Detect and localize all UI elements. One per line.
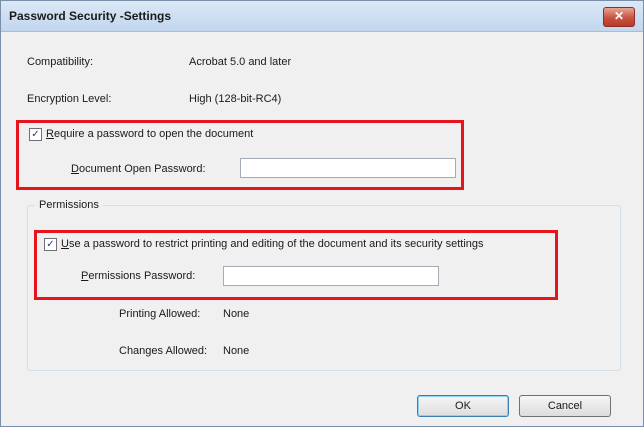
changes-allowed-label: Changes Allowed: <box>119 345 208 357</box>
permissions-password-field[interactable] <box>223 266 439 286</box>
ok-button[interactable]: OK <box>417 395 509 417</box>
dialog-title: Password Security -Settings <box>9 9 172 23</box>
encryption-level-label: Encryption Level: <box>27 93 112 105</box>
title-bar: Password Security -Settings ✕ <box>1 1 643 32</box>
close-icon: ✕ <box>613 9 625 23</box>
changes-allowed-value: None <box>223 345 250 357</box>
printing-allowed-value: None <box>223 308 250 320</box>
require-password-checkbox[interactable]: ✓ <box>29 128 42 141</box>
restrict-permissions-accesskey: U <box>61 238 69 250</box>
cancel-button[interactable]: Cancel <box>519 395 611 417</box>
require-password-label[interactable]: Require a password to open the document <box>46 128 253 140</box>
restrict-permissions-checkbox[interactable]: ✓ <box>44 238 57 251</box>
encryption-level-value: High (128-bit-RC4) <box>189 93 282 105</box>
compatibility-value: Acrobat 5.0 and later <box>189 56 292 68</box>
open-password-accesskey: D <box>71 163 79 175</box>
printing-allowed-label: Printing Allowed: <box>119 308 201 320</box>
document-open-password-field[interactable] <box>240 158 456 178</box>
restrict-permissions-label[interactable]: Use a password to restrict printing and … <box>61 238 484 250</box>
open-password-label: Document Open Password: <box>71 163 206 175</box>
require-password-text: equire a password to open the document <box>53 128 254 140</box>
close-button[interactable]: ✕ <box>603 7 635 27</box>
open-password-text: ocument Open Password: <box>78 163 206 175</box>
password-security-dialog: Password Security -Settings ✕ Compatibil… <box>0 0 644 427</box>
permissions-password-text: ermissions Password: <box>88 270 196 282</box>
permissions-password-label: Permissions Password: <box>81 270 195 282</box>
permissions-group-label: Permissions <box>35 199 103 211</box>
compatibility-label: Compatibility: <box>27 56 94 68</box>
restrict-permissions-text: se a password to restrict printing and e… <box>68 238 484 250</box>
require-password-accesskey: R <box>46 128 54 140</box>
